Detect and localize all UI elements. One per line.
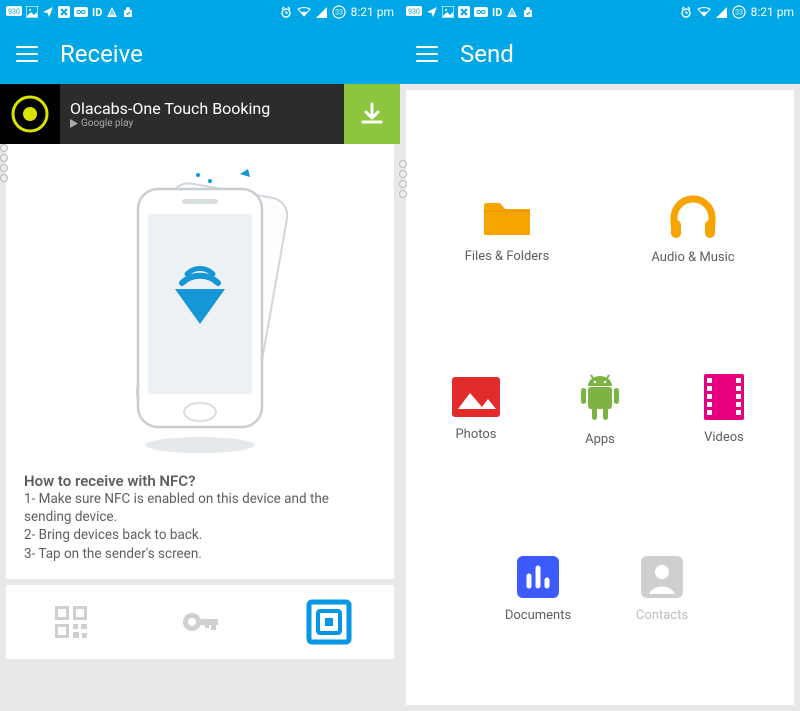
bag-icon xyxy=(522,6,534,18)
badge-930-icon: 930 xyxy=(406,6,422,18)
key-icon xyxy=(178,600,222,644)
image-icon xyxy=(26,6,38,18)
menu-icon[interactable] xyxy=(416,46,438,62)
category-label: Audio & Music xyxy=(651,250,734,265)
clock-text: 8:21 pm xyxy=(351,5,394,19)
instruction-line-1: 1- Make sure NFC is enabled on this devi… xyxy=(24,490,376,526)
infinity-icon xyxy=(474,7,488,17)
battery-icon: 33 xyxy=(732,5,746,19)
wifi-icon xyxy=(697,7,711,17)
battery-icon: 33 xyxy=(332,5,346,19)
alarm-icon xyxy=(280,6,292,18)
svg-text:930: 930 xyxy=(408,8,420,16)
badge-930-icon: 930 xyxy=(6,6,22,18)
status-bar-left: 930 ID A 33 8:21 pm xyxy=(0,0,400,24)
page-title-receive: Receive xyxy=(60,40,143,68)
ad-text: Olacabs-One Touch Booking Google play xyxy=(60,95,344,133)
ad-store: Google play xyxy=(70,118,334,129)
x-app-icon xyxy=(58,6,70,18)
page-title-send: Send xyxy=(460,40,514,68)
tab-qr[interactable] xyxy=(6,585,135,659)
spacer xyxy=(414,500,476,680)
category-apps[interactable]: Apps xyxy=(538,320,662,500)
receive-screen: 930 ID A 33 8:21 pm Receive xyxy=(0,0,400,711)
qr-icon xyxy=(51,602,91,642)
send-screen: 930 ID A 33 8:21 pm Send xyxy=(400,0,800,711)
category-documents[interactable]: Documents xyxy=(476,500,600,680)
receive-mode-tabs xyxy=(6,585,394,659)
bag-icon xyxy=(122,6,134,18)
instruction-line-2: 2- Bring devices back to back. xyxy=(24,526,376,544)
app-bar-send: Send xyxy=(400,24,800,84)
send-plane-icon xyxy=(42,6,54,18)
photos-icon xyxy=(452,377,500,417)
image-icon xyxy=(442,6,454,18)
svg-text:33: 33 xyxy=(335,9,343,17)
nfc-instructions-card: How to receive with NFC? 1- Make sure NF… xyxy=(6,144,394,579)
category-label: Videos xyxy=(704,430,744,445)
contacts-icon xyxy=(641,556,683,598)
category-label: Files & Folders xyxy=(465,249,550,264)
id-icon: ID xyxy=(92,6,102,19)
category-contacts[interactable]: Contacts xyxy=(600,500,724,680)
infinity-icon xyxy=(74,7,88,17)
app-bar-receive: Receive xyxy=(0,24,400,84)
svg-text:A: A xyxy=(110,10,115,18)
instructions-title: How to receive with NFC? xyxy=(24,472,376,490)
x-app-icon xyxy=(458,6,470,18)
tab-nfc[interactable] xyxy=(265,585,394,659)
status-bar-right: 930 ID A 33 8:21 pm xyxy=(400,0,800,24)
ad-banner[interactable]: Olacabs-One Touch Booking Google play xyxy=(0,84,400,144)
category-label: Contacts xyxy=(636,608,688,623)
play-icon xyxy=(70,119,78,128)
category-files[interactable]: Files & Folders xyxy=(414,140,600,320)
svg-text:A: A xyxy=(510,10,515,18)
svg-text:930: 930 xyxy=(8,8,20,16)
ad-title: Olacabs-One Touch Booking xyxy=(70,99,334,118)
menu-icon[interactable] xyxy=(16,46,38,62)
phone-illustration xyxy=(24,154,376,464)
page-indicator-right xyxy=(399,160,407,198)
wifi-icon xyxy=(297,7,311,17)
category-photos[interactable]: Photos xyxy=(414,320,538,500)
ad-app-icon xyxy=(0,84,60,144)
tab-key[interactable] xyxy=(135,585,264,659)
headphones-icon xyxy=(668,194,718,240)
android-icon xyxy=(579,372,621,422)
folder-icon xyxy=(481,195,533,239)
download-button[interactable] xyxy=(344,84,400,144)
alarm-icon xyxy=(680,6,692,18)
category-audio[interactable]: Audio & Music xyxy=(600,140,786,320)
triangle-a-icon: A xyxy=(106,6,118,18)
id-icon: ID xyxy=(492,6,502,19)
film-icon xyxy=(704,374,744,420)
nfc-icon xyxy=(305,598,353,646)
clock-text: 8:21 pm xyxy=(751,5,794,19)
category-label: Photos xyxy=(455,427,496,442)
send-plane-icon xyxy=(426,6,438,18)
documents-icon xyxy=(517,556,559,598)
signal-icon xyxy=(716,7,727,18)
category-label: Documents xyxy=(505,608,571,623)
spacer xyxy=(724,500,786,680)
instruction-line-3: 3- Tap on the sender's screen. xyxy=(24,545,376,563)
signal-icon xyxy=(316,7,327,18)
category-videos[interactable]: Videos xyxy=(662,320,786,500)
category-label: Apps xyxy=(585,432,615,447)
category-grid: Files & Folders Audio & Music Photos xyxy=(406,90,794,705)
page-indicator-left xyxy=(0,144,8,182)
svg-text:33: 33 xyxy=(735,9,743,17)
triangle-a-icon: A xyxy=(506,6,518,18)
